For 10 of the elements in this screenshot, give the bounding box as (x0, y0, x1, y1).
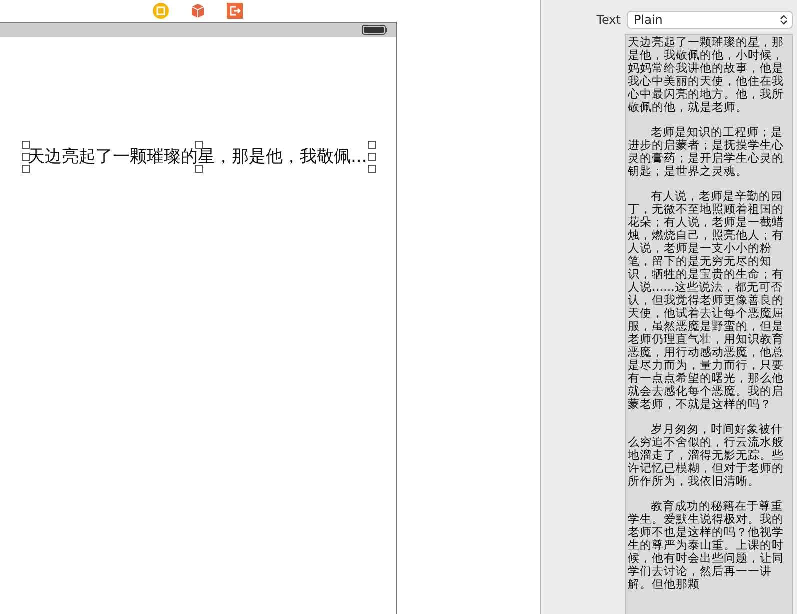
text-field[interactable]: 天边亮起了一颗璀璨的星，那是他，我敬佩的他，小时候，妈妈常给我讲他的故事，他是我心中美丽的天使，他住在我心中最闪亮的地方。他，我所敬佩的他，就是老师。 老师是知识的工程师；是进步的启蒙者；是抚摸学生心灵的膏药；是开启学生心灵的钥匙；是世界之灵魂。 有人说，老师是辛勤的园丁，无微不至地照顾着祖国的花朵；有人说，老师是一截蜡烛，燃烧自己，照亮他人；有人说，老师是一支小小的粉笔，留下的是无穷无尽的知识，牺牲的是宝贵的生命；有人说……这些说法，都无可否认，但我觉得老师更像善良的天使，他试着去让每个恶魔屈服，虽然恶魔是野蛮的，但是老师仍理直气壮，用知识教育恶魔，用行动感动恶魔，他总是尽力而为，量力而行，只要有一点点希望的曙光，那么他就会去感化每个恶魔。我的启蒙老师，不就是这样的吗？ 岁月匆匆，时间好象被什么穷追不舍似的，行云流水般地溜走了，溜得无影无踪。些许记忆已模糊，但对于老师的所作所为，我依旧清晰。 教育成功的秘籍在于尊重学生。爱默生说得极对。我的老师不也是这样的吗？他视学生的尊严为泰山重。上课的时候，他有时会出些问题，让同学们去讨论，然后再一一讲解。但他那颗 (625, 34, 793, 614)
text-type-dropdown[interactable]: Plain (627, 11, 793, 29)
battery-icon (362, 25, 388, 35)
field-label: Text (596, 13, 621, 27)
cube-icon[interactable] (190, 3, 206, 19)
up-down-arrows-icon (780, 14, 788, 26)
selection-handle[interactable] (195, 141, 204, 149)
text-label[interactable]: 天边亮起了一颗璀璨的星，那是他，我敬佩... (22, 141, 376, 173)
selection-handle[interactable] (195, 165, 204, 173)
exit-icon[interactable] (227, 3, 243, 19)
